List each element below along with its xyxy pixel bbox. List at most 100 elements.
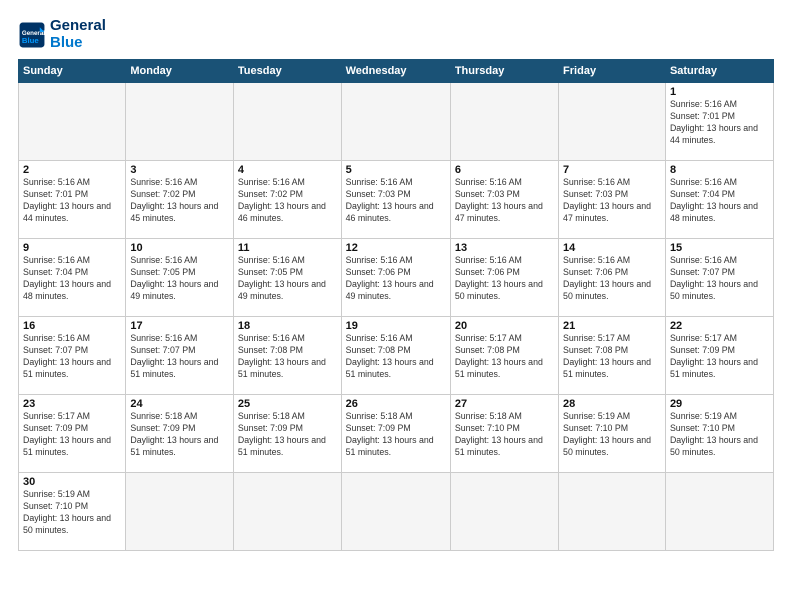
day-info: Sunrise: 5:16 AMSunset: 7:05 PMDaylight:… xyxy=(238,255,337,303)
day-number: 7 xyxy=(563,164,661,176)
day-info: Sunrise: 5:17 AMSunset: 7:08 PMDaylight:… xyxy=(563,333,661,381)
day-number: 4 xyxy=(238,164,337,176)
table-row: 19Sunrise: 5:16 AMSunset: 7:08 PMDayligh… xyxy=(341,317,450,395)
table-row: 23Sunrise: 5:17 AMSunset: 7:09 PMDayligh… xyxy=(19,395,126,473)
day-info: Sunrise: 5:16 AMSunset: 7:07 PMDaylight:… xyxy=(23,333,121,381)
table-row xyxy=(126,83,234,161)
table-row: 11Sunrise: 5:16 AMSunset: 7:05 PMDayligh… xyxy=(233,239,341,317)
day-info: Sunrise: 5:16 AMSunset: 7:06 PMDaylight:… xyxy=(346,255,446,303)
table-row: 27Sunrise: 5:18 AMSunset: 7:10 PMDayligh… xyxy=(450,395,558,473)
day-number: 14 xyxy=(563,242,661,254)
day-number: 28 xyxy=(563,398,661,410)
table-row: 12Sunrise: 5:16 AMSunset: 7:06 PMDayligh… xyxy=(341,239,450,317)
day-info: Sunrise: 5:16 AMSunset: 7:04 PMDaylight:… xyxy=(670,177,769,225)
day-number: 6 xyxy=(455,164,554,176)
col-header-tuesday: Tuesday xyxy=(233,60,341,83)
day-number: 24 xyxy=(130,398,229,410)
day-info: Sunrise: 5:18 AMSunset: 7:09 PMDaylight:… xyxy=(130,411,229,459)
logo-text: General Blue xyxy=(50,18,106,51)
day-number: 12 xyxy=(346,242,446,254)
table-row: 20Sunrise: 5:17 AMSunset: 7:08 PMDayligh… xyxy=(450,317,558,395)
day-info: Sunrise: 5:16 AMSunset: 7:08 PMDaylight:… xyxy=(346,333,446,381)
logo: General Blue General Blue xyxy=(18,18,106,51)
day-number: 18 xyxy=(238,320,337,332)
table-row: 24Sunrise: 5:18 AMSunset: 7:09 PMDayligh… xyxy=(126,395,234,473)
day-info: Sunrise: 5:16 AMSunset: 7:04 PMDaylight:… xyxy=(23,255,121,303)
day-number: 5 xyxy=(346,164,446,176)
col-header-thursday: Thursday xyxy=(450,60,558,83)
logo-icon: General Blue xyxy=(18,21,46,49)
day-info: Sunrise: 5:17 AMSunset: 7:08 PMDaylight:… xyxy=(455,333,554,381)
table-row: 15Sunrise: 5:16 AMSunset: 7:07 PMDayligh… xyxy=(665,239,773,317)
table-row xyxy=(19,83,126,161)
day-info: Sunrise: 5:16 AMSunset: 7:06 PMDaylight:… xyxy=(563,255,661,303)
table-row xyxy=(559,83,666,161)
day-number: 10 xyxy=(130,242,229,254)
day-number: 17 xyxy=(130,320,229,332)
table-row: 25Sunrise: 5:18 AMSunset: 7:09 PMDayligh… xyxy=(233,395,341,473)
day-number: 16 xyxy=(23,320,121,332)
table-row: 7Sunrise: 5:16 AMSunset: 7:03 PMDaylight… xyxy=(559,161,666,239)
day-info: Sunrise: 5:18 AMSunset: 7:10 PMDaylight:… xyxy=(455,411,554,459)
table-row: 5Sunrise: 5:16 AMSunset: 7:03 PMDaylight… xyxy=(341,161,450,239)
day-number: 11 xyxy=(238,242,337,254)
day-number: 30 xyxy=(23,476,121,488)
day-info: Sunrise: 5:16 AMSunset: 7:01 PMDaylight:… xyxy=(670,99,769,147)
table-row: 26Sunrise: 5:18 AMSunset: 7:09 PMDayligh… xyxy=(341,395,450,473)
calendar-table: SundayMondayTuesdayWednesdayThursdayFrid… xyxy=(18,59,774,551)
page: General Blue General Blue SundayMondayTu… xyxy=(0,0,792,612)
table-row: 22Sunrise: 5:17 AMSunset: 7:09 PMDayligh… xyxy=(665,317,773,395)
day-number: 21 xyxy=(563,320,661,332)
day-info: Sunrise: 5:19 AMSunset: 7:10 PMDaylight:… xyxy=(670,411,769,459)
table-row xyxy=(233,473,341,551)
table-row: 9Sunrise: 5:16 AMSunset: 7:04 PMDaylight… xyxy=(19,239,126,317)
col-header-saturday: Saturday xyxy=(665,60,773,83)
table-row: 16Sunrise: 5:16 AMSunset: 7:07 PMDayligh… xyxy=(19,317,126,395)
day-info: Sunrise: 5:18 AMSunset: 7:09 PMDaylight:… xyxy=(346,411,446,459)
table-row: 4Sunrise: 5:16 AMSunset: 7:02 PMDaylight… xyxy=(233,161,341,239)
day-number: 9 xyxy=(23,242,121,254)
table-row: 17Sunrise: 5:16 AMSunset: 7:07 PMDayligh… xyxy=(126,317,234,395)
day-info: Sunrise: 5:19 AMSunset: 7:10 PMDaylight:… xyxy=(563,411,661,459)
table-row: 10Sunrise: 5:16 AMSunset: 7:05 PMDayligh… xyxy=(126,239,234,317)
table-row: 14Sunrise: 5:16 AMSunset: 7:06 PMDayligh… xyxy=(559,239,666,317)
day-number: 3 xyxy=(130,164,229,176)
day-number: 15 xyxy=(670,242,769,254)
header: General Blue General Blue xyxy=(18,18,774,51)
day-number: 8 xyxy=(670,164,769,176)
table-row: 2Sunrise: 5:16 AMSunset: 7:01 PMDaylight… xyxy=(19,161,126,239)
day-info: Sunrise: 5:16 AMSunset: 7:03 PMDaylight:… xyxy=(563,177,661,225)
col-header-sunday: Sunday xyxy=(19,60,126,83)
day-info: Sunrise: 5:16 AMSunset: 7:08 PMDaylight:… xyxy=(238,333,337,381)
table-row: 28Sunrise: 5:19 AMSunset: 7:10 PMDayligh… xyxy=(559,395,666,473)
day-info: Sunrise: 5:16 AMSunset: 7:01 PMDaylight:… xyxy=(23,177,121,225)
day-info: Sunrise: 5:16 AMSunset: 7:06 PMDaylight:… xyxy=(455,255,554,303)
table-row: 3Sunrise: 5:16 AMSunset: 7:02 PMDaylight… xyxy=(126,161,234,239)
day-info: Sunrise: 5:16 AMSunset: 7:07 PMDaylight:… xyxy=(670,255,769,303)
day-info: Sunrise: 5:17 AMSunset: 7:09 PMDaylight:… xyxy=(670,333,769,381)
day-info: Sunrise: 5:16 AMSunset: 7:02 PMDaylight:… xyxy=(238,177,337,225)
table-row xyxy=(450,473,558,551)
table-row: 21Sunrise: 5:17 AMSunset: 7:08 PMDayligh… xyxy=(559,317,666,395)
day-info: Sunrise: 5:16 AMSunset: 7:03 PMDaylight:… xyxy=(346,177,446,225)
table-row: 29Sunrise: 5:19 AMSunset: 7:10 PMDayligh… xyxy=(665,395,773,473)
table-row: 30Sunrise: 5:19 AMSunset: 7:10 PMDayligh… xyxy=(19,473,126,551)
table-row: 6Sunrise: 5:16 AMSunset: 7:03 PMDaylight… xyxy=(450,161,558,239)
day-number: 2 xyxy=(23,164,121,176)
table-row xyxy=(233,83,341,161)
table-row xyxy=(341,83,450,161)
table-row xyxy=(665,473,773,551)
day-number: 23 xyxy=(23,398,121,410)
day-number: 22 xyxy=(670,320,769,332)
col-header-monday: Monday xyxy=(126,60,234,83)
table-row: 13Sunrise: 5:16 AMSunset: 7:06 PMDayligh… xyxy=(450,239,558,317)
table-row xyxy=(126,473,234,551)
day-number: 19 xyxy=(346,320,446,332)
day-info: Sunrise: 5:16 AMSunset: 7:05 PMDaylight:… xyxy=(130,255,229,303)
day-number: 25 xyxy=(238,398,337,410)
day-info: Sunrise: 5:19 AMSunset: 7:10 PMDaylight:… xyxy=(23,489,121,537)
day-info: Sunrise: 5:16 AMSunset: 7:02 PMDaylight:… xyxy=(130,177,229,225)
day-info: Sunrise: 5:18 AMSunset: 7:09 PMDaylight:… xyxy=(238,411,337,459)
table-row xyxy=(341,473,450,551)
day-info: Sunrise: 5:17 AMSunset: 7:09 PMDaylight:… xyxy=(23,411,121,459)
